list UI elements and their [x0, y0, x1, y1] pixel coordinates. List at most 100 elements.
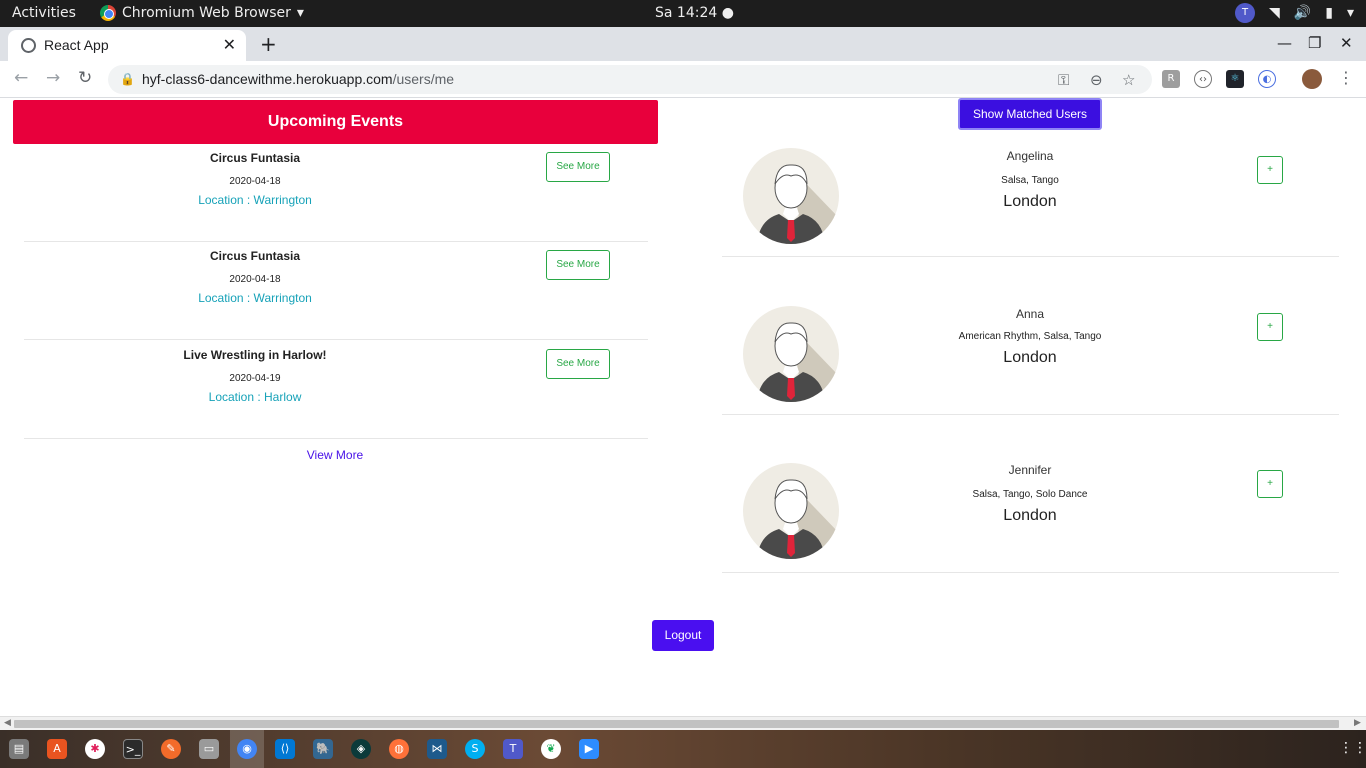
- user-silhouette-icon: [757, 164, 839, 244]
- show-applications-icon[interactable]: ⋮⋮⋮: [1339, 740, 1366, 756]
- page-content: Upcoming Events Circus Funtasia 2020-04-…: [0, 98, 1366, 716]
- app-menu[interactable]: Chromium Web Browser ▾: [100, 5, 304, 21]
- close-window-icon[interactable]: ✕: [1340, 34, 1353, 52]
- user-dances: Salsa, Tango, Solo Dance: [972, 489, 1088, 500]
- mongodb-compass-icon[interactable]: ❦: [541, 739, 561, 759]
- globe-icon: [21, 38, 36, 53]
- event-item: Live Wrestling in Harlow! 2020-04-19 Loc…: [24, 341, 648, 439]
- horizontal-scrollbar[interactable]: ◀ ▶: [0, 716, 1366, 730]
- mysql-workbench-icon[interactable]: ⋈: [427, 739, 447, 759]
- chevron-down-icon: ▾: [296, 5, 304, 21]
- chromium-icon: [100, 5, 116, 21]
- tab-strip: React App ✕: [0, 27, 1366, 61]
- user-city: London: [1003, 507, 1057, 524]
- scroll-right-icon[interactable]: ▶: [1354, 718, 1361, 728]
- user-name: Anna: [1015, 307, 1045, 321]
- browser-menu-icon[interactable]: ⋮: [1338, 68, 1354, 87]
- zoom-icon[interactable]: ⊖: [1090, 71, 1103, 89]
- event-location: Location : Warrington: [198, 291, 312, 305]
- terminal-icon[interactable]: >_: [123, 739, 143, 759]
- system-tray[interactable]: T ◥ 🔊 ▮ ▾: [1235, 3, 1354, 23]
- matched-user-card: Jennifer Salsa, Tango, Solo Dance London…: [722, 415, 1339, 573]
- see-more-button[interactable]: See More: [546, 349, 610, 379]
- see-more-button[interactable]: See More: [546, 250, 610, 280]
- gitkraken-icon[interactable]: ◈: [351, 739, 371, 759]
- system-top-bar: Activities Chromium Web Browser ▾ Sa 14:…: [0, 0, 1366, 27]
- chevron-down-icon: ▾: [1346, 5, 1354, 21]
- add-user-button[interactable]: +: [1257, 470, 1283, 498]
- minimize-icon[interactable]: —: [1277, 34, 1292, 52]
- profile-avatar[interactable]: [1302, 69, 1322, 89]
- scanner-icon[interactable]: ▭: [199, 739, 219, 759]
- logout-button[interactable]: Logout: [652, 620, 714, 651]
- add-user-button[interactable]: +: [1257, 313, 1283, 341]
- url-host: hyf-class6-dancewithme.herokuapp.com: [142, 71, 393, 87]
- user-name: Jennifer: [1008, 463, 1052, 477]
- event-date: 2020-04-19: [229, 373, 281, 384]
- matched-user-card: Anna American Rhythm, Salsa, Tango Londo…: [722, 257, 1339, 415]
- user-dances: Salsa, Tango: [1001, 175, 1059, 186]
- bookmark-star-icon[interactable]: ☆: [1122, 71, 1135, 89]
- back-icon[interactable]: ←: [14, 68, 28, 88]
- event-item: Circus Funtasia 2020-04-18 Location : Wa…: [24, 242, 648, 340]
- firefox-icon[interactable]: ◍: [389, 739, 409, 759]
- user-city: London: [1003, 193, 1057, 210]
- event-title: Circus Funtasia: [209, 249, 301, 263]
- view-more-link[interactable]: View More: [280, 448, 390, 462]
- extension-r-icon[interactable]: R: [1162, 70, 1180, 88]
- user-dances: American Rhythm, Salsa, Tango: [958, 331, 1102, 342]
- clock[interactable]: Sa 14:24 ●: [655, 5, 734, 21]
- user-name: Angelina: [1006, 149, 1054, 163]
- user-silhouette-icon: [757, 479, 839, 559]
- extension-circle-icon[interactable]: ◐: [1258, 70, 1276, 88]
- address-bar[interactable]: 🔒 hyf-class6-dancewithme.herokuapp.com/u…: [108, 65, 1152, 94]
- wifi-icon: ◥: [1269, 5, 1280, 21]
- scrollbar-thumb[interactable]: [14, 720, 1339, 728]
- user-avatar: [743, 463, 839, 559]
- event-title: Live Wrestling in Harlow!: [183, 348, 327, 362]
- teams-tray-icon[interactable]: T: [1235, 3, 1256, 23]
- lock-icon[interactable]: 🔒: [120, 72, 135, 86]
- key-icon[interactable]: ⚿: [1058, 71, 1069, 89]
- volume-icon: 🔊: [1293, 5, 1312, 21]
- user-city: London: [1003, 349, 1057, 366]
- new-tab-button[interactable]: +: [260, 32, 277, 56]
- files-icon[interactable]: ▤: [9, 739, 29, 759]
- add-user-button[interactable]: +: [1257, 156, 1283, 184]
- event-date: 2020-04-18: [229, 176, 281, 187]
- battery-icon: ▮: [1325, 5, 1333, 21]
- clock-text: Sa 14:24: [655, 5, 718, 21]
- pgadmin-icon[interactable]: 🐘: [313, 739, 333, 759]
- user-avatar: [743, 148, 839, 244]
- dock: ▤ A ✱ >_ ✎ ▭ ◉ ⟨⟩ 🐘 ◈ ◍ ⋈ S T ❦ ▶ ⋮⋮⋮: [0, 730, 1366, 768]
- browser-toolbar: ← → ↻ 🔒 hyf-class6-dancewithme.herokuapp…: [0, 61, 1366, 98]
- activities-button[interactable]: Activities: [12, 5, 76, 21]
- tab-title: React App: [44, 37, 109, 53]
- event-date: 2020-04-18: [229, 274, 281, 285]
- teams-icon[interactable]: T: [503, 739, 523, 759]
- reload-icon[interactable]: ↻: [78, 68, 92, 88]
- event-item: Circus Funtasia 2020-04-18 Location : Wa…: [24, 144, 648, 242]
- user-silhouette-icon: [757, 322, 839, 402]
- url-text[interactable]: hyf-class6-dancewithme.herokuapp.com/use…: [142, 71, 454, 87]
- slack-icon[interactable]: ✱: [85, 739, 105, 759]
- browser-tab[interactable]: React App ✕: [8, 30, 246, 61]
- forward-icon[interactable]: →: [46, 68, 60, 88]
- event-location: Location : Warrington: [198, 193, 312, 207]
- react-devtools-icon[interactable]: ⚛: [1226, 70, 1244, 88]
- restore-icon[interactable]: ❐: [1308, 34, 1321, 52]
- vscode-icon[interactable]: ⟨⟩: [275, 739, 295, 759]
- extension-code-icon[interactable]: ‹›: [1194, 70, 1212, 88]
- scroll-left-icon[interactable]: ◀: [4, 718, 11, 728]
- event-location: Location : Harlow: [208, 390, 302, 404]
- chromium-dock-icon[interactable]: ◉: [237, 739, 257, 759]
- user-avatar: [743, 306, 839, 402]
- postman-icon[interactable]: ✎: [161, 739, 181, 759]
- event-title: Circus Funtasia: [209, 151, 301, 165]
- zoom-app-icon[interactable]: ▶: [579, 739, 599, 759]
- see-more-button[interactable]: See More: [546, 152, 610, 182]
- skype-icon[interactable]: S: [465, 739, 485, 759]
- upcoming-events-header: Upcoming Events: [13, 100, 658, 144]
- close-tab-icon[interactable]: ✕: [223, 35, 236, 54]
- software-center-icon[interactable]: A: [47, 739, 67, 759]
